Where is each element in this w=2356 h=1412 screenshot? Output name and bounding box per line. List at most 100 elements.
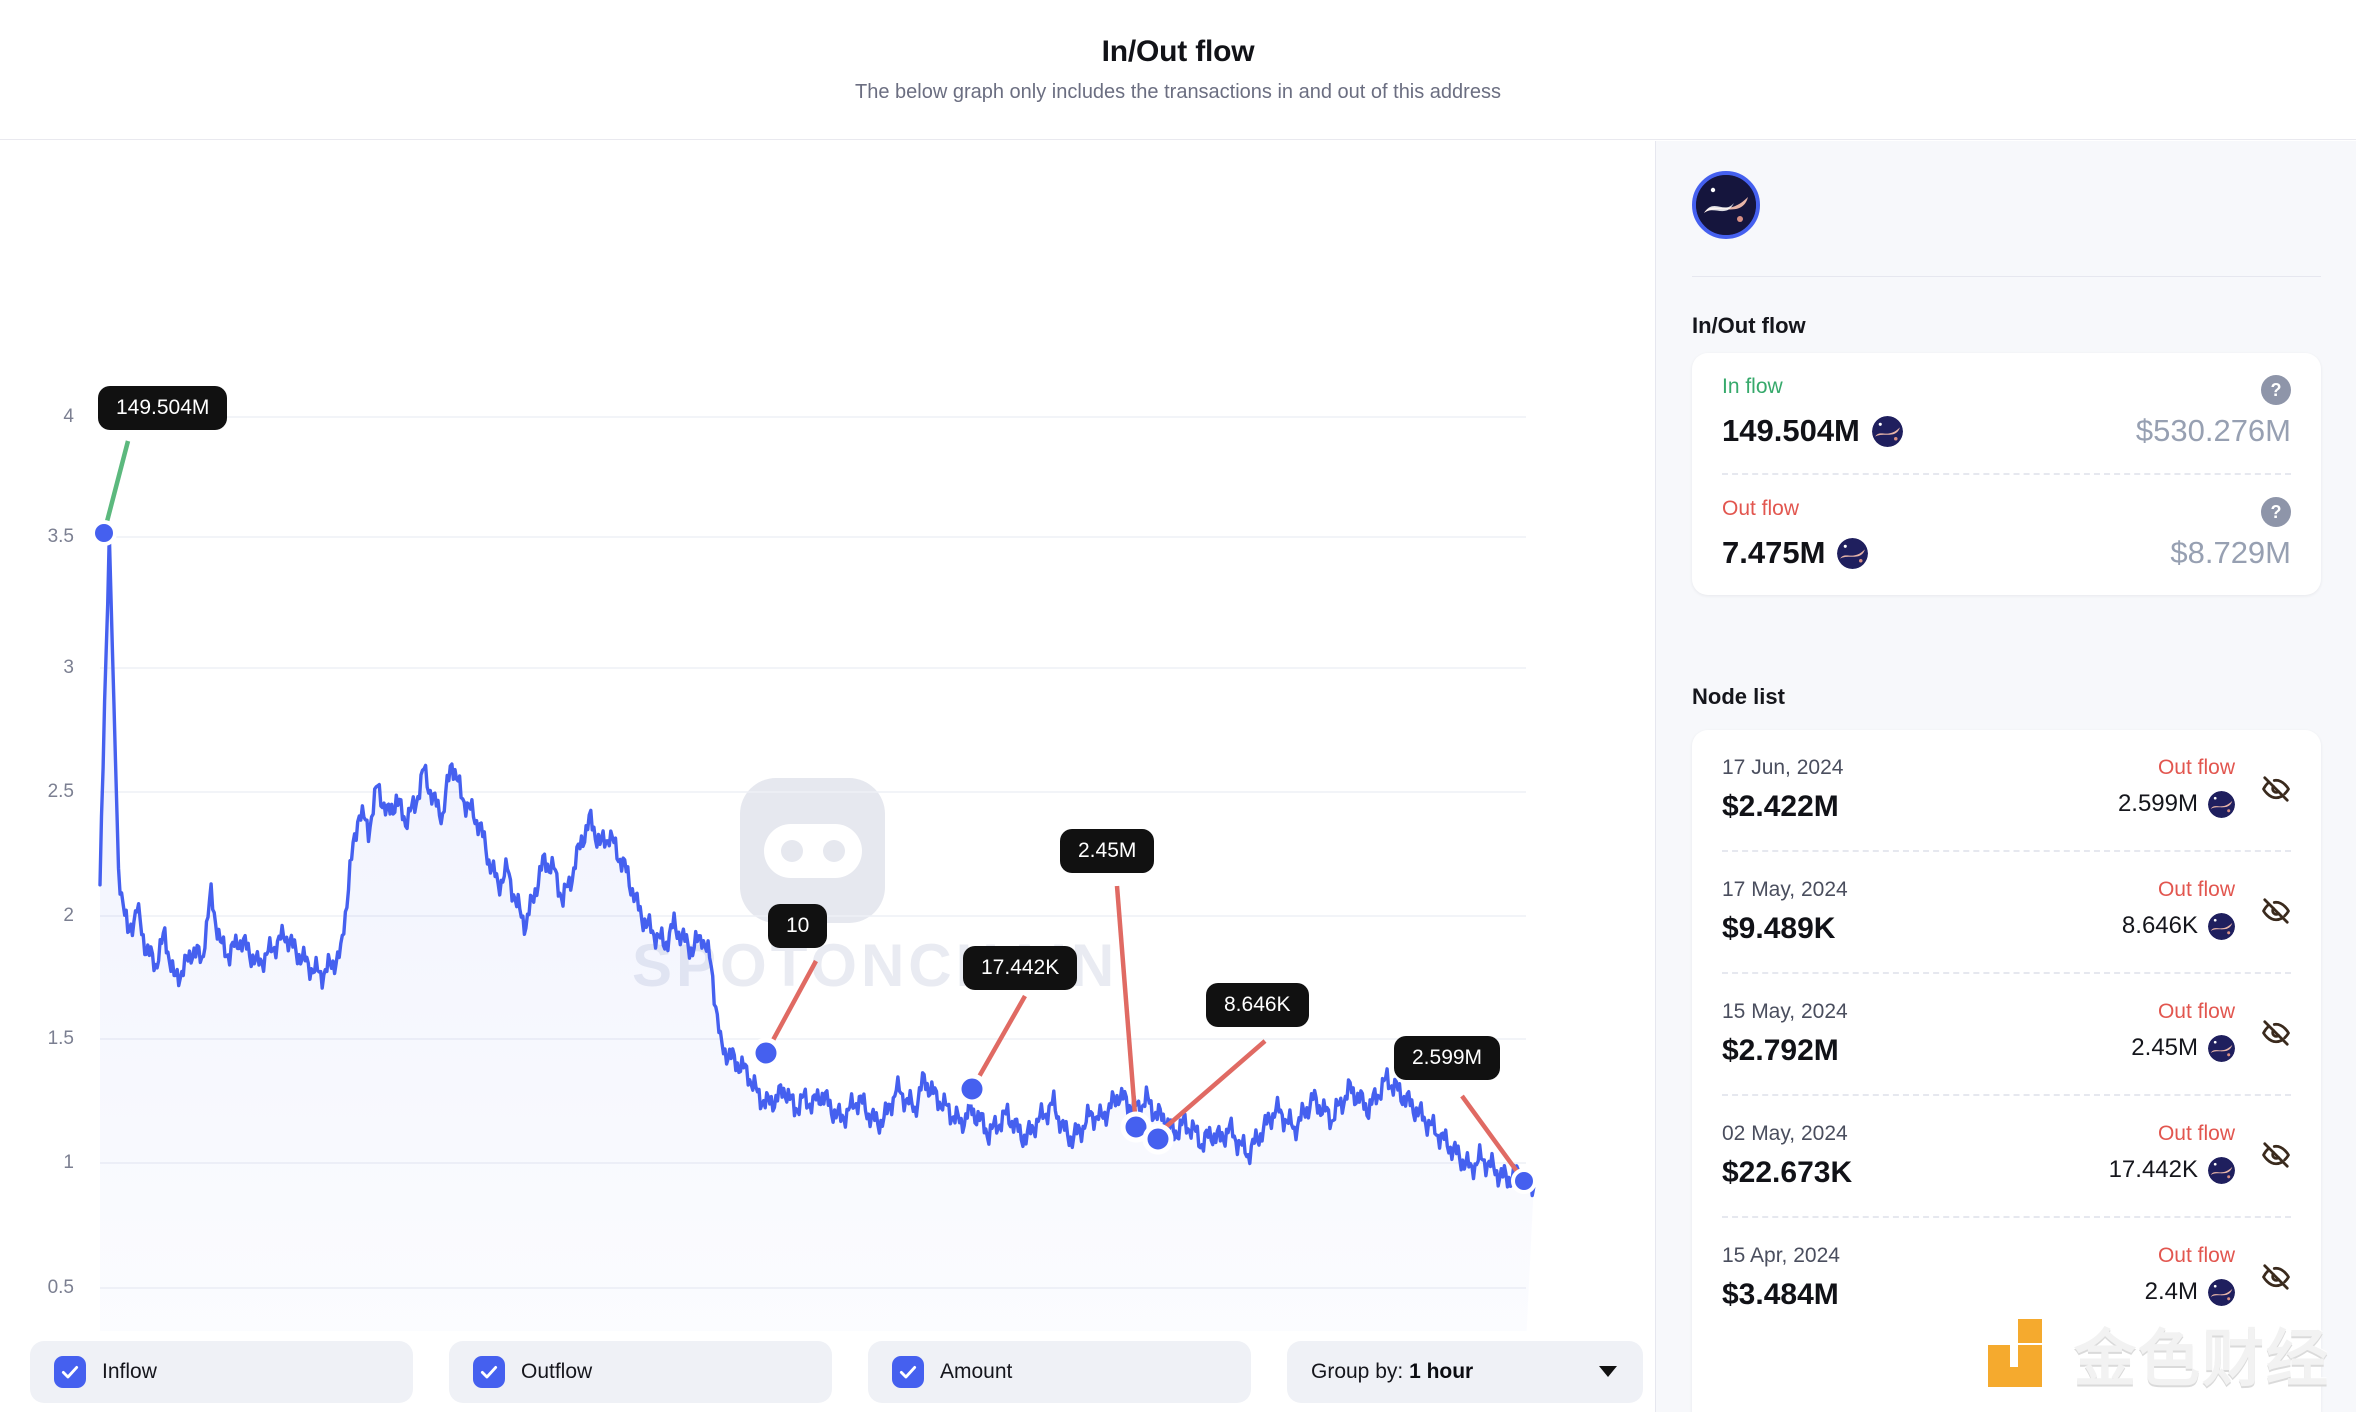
group-by-dropdown[interactable]: Group by: 1 hour xyxy=(1287,1341,1643,1403)
toggle-inflow[interactable]: Inflow xyxy=(30,1341,413,1403)
group-by-prefix: Group by: xyxy=(1311,1360,1403,1383)
node-list-title: Node list xyxy=(1692,684,1785,710)
node-left: 17 Jun, 2024 $2.422M xyxy=(1722,756,1843,824)
group-by-label: Group by: 1 hour xyxy=(1311,1360,1473,1384)
eye-off-icon[interactable] xyxy=(2261,774,2291,809)
node-date: 15 May, 2024 xyxy=(1722,1000,1848,1024)
eye-off-icon[interactable] xyxy=(2261,1140,2291,1175)
outflow-label: Outflow xyxy=(521,1360,592,1384)
leader-8646k xyxy=(1152,1041,1265,1139)
sidebar-divider xyxy=(1692,276,2321,277)
page-title: In/Out flow xyxy=(1102,35,1255,69)
node-usd-value: $2.422M xyxy=(1722,790,1843,824)
tooltip-outflow-8646k[interactable]: 8.646K xyxy=(1206,983,1309,1027)
node-flow-type: Out flow xyxy=(2158,1244,2235,1268)
in-flow-help-icon[interactable]: ? xyxy=(2261,375,2291,405)
tooltip-outflow-2599m[interactable]: 2.599M xyxy=(1394,1036,1500,1080)
out-flow-usd: $8.729M xyxy=(2170,535,2291,571)
node-right: Out flow 8.646K xyxy=(2122,878,2291,940)
y-tick-1-5: 1.5 xyxy=(22,1028,74,1050)
outflow-checkbox[interactable] xyxy=(473,1356,505,1388)
y-tick-3-5: 3.5 xyxy=(22,526,74,548)
chart-area[interactable]: SPOTONCHAIN xyxy=(0,141,1655,1331)
node-token-amount: 2.4M xyxy=(2145,1278,2235,1306)
tooltip-outflow-245m[interactable]: 2.45M xyxy=(1060,829,1154,873)
inflow-label: Inflow xyxy=(102,1360,157,1384)
point-10 xyxy=(753,1040,779,1066)
out-flow-amount-wrapper: 7.475M xyxy=(1722,535,1868,571)
chevron-down-icon[interactable] xyxy=(1599,1366,1617,1377)
group-by-value: 1 hour xyxy=(1409,1360,1473,1383)
node-flow-type: Out flow xyxy=(2158,756,2235,780)
inflow-checkbox[interactable] xyxy=(54,1356,86,1388)
node-list-item[interactable]: 15 Apr, 2024 $3.484M Out flow 2.4M xyxy=(1692,1218,2321,1338)
details-sidebar: In/Out flow In flow ? 149.504M xyxy=(1655,141,2356,1412)
in-flow-usd: $530.276M xyxy=(2136,413,2291,449)
page-body: SPOTONCHAIN xyxy=(0,141,2356,1412)
out-flow-help-icon[interactable]: ? xyxy=(2261,497,2291,527)
in-flow-amount-wrapper: 149.504M xyxy=(1722,413,1903,449)
tooltip-outflow-10[interactable]: 10 xyxy=(768,904,827,948)
node-token-amount: 17.442K xyxy=(2109,1156,2235,1184)
chart-pane: SPOTONCHAIN xyxy=(0,141,1655,1412)
node-list-item[interactable]: 17 Jun, 2024 $2.422M Out flow 2.599M xyxy=(1692,730,2321,850)
point-8646k xyxy=(1145,1126,1171,1152)
out-flow-row: Out flow ? 7.475M $8.729M xyxy=(1692,475,2321,595)
node-right: Out flow 2.599M xyxy=(2118,756,2291,818)
node-list-item[interactable]: 15 May, 2024 $2.792M Out flow 2.45M xyxy=(1692,974,2321,1094)
in-flow-amount: 149.504M xyxy=(1722,413,1860,449)
eye-off-icon[interactable] xyxy=(2261,896,2291,931)
node-usd-value: $22.673K xyxy=(1722,1156,1852,1190)
in-flow-row: In flow ? 149.504M $530.276M xyxy=(1692,353,2321,473)
token-icon xyxy=(1872,416,1903,447)
node-list-card[interactable]: 17 Jun, 2024 $2.422M Out flow 2.599M xyxy=(1692,730,2321,1412)
in-out-flow-page: In/Out flow The below graph only include… xyxy=(0,0,2356,1412)
node-right: Out flow 2.45M xyxy=(2131,1000,2291,1062)
node-right-column: Out flow 2.599M xyxy=(2118,756,2235,818)
avatar[interactable] xyxy=(1692,171,1760,239)
chart-toolbar: Inflow Outflow Amount Group by xyxy=(0,1331,1655,1412)
node-amount-text: 8.646K xyxy=(2122,912,2198,940)
node-right-column: Out flow 2.45M xyxy=(2131,1000,2235,1062)
node-left: 02 May, 2024 $22.673K xyxy=(1722,1122,1852,1190)
node-right-column: Out flow 2.4M xyxy=(2145,1244,2235,1306)
eye-off-icon[interactable] xyxy=(2261,1018,2291,1053)
node-left: 15 May, 2024 $2.792M xyxy=(1722,1000,1848,1068)
page-subtitle: The below graph only includes the transa… xyxy=(855,81,1501,104)
chart-svg xyxy=(0,141,1655,1331)
node-token-amount: 2.599M xyxy=(2118,790,2235,818)
page-header: In/Out flow The below graph only include… xyxy=(0,0,2356,140)
toggle-outflow[interactable]: Outflow xyxy=(449,1341,832,1403)
toggle-amount[interactable]: Amount xyxy=(868,1341,1251,1403)
node-amount-text: 17.442K xyxy=(2109,1156,2198,1184)
tooltip-inflow-149504m[interactable]: 149.504M xyxy=(98,386,227,430)
token-avatar-wrapper[interactable] xyxy=(1692,171,1760,239)
amount-label: Amount xyxy=(940,1360,1012,1384)
point-2599m xyxy=(1513,1170,1535,1192)
node-amount-text: 2.4M xyxy=(2145,1278,2198,1306)
y-tick-0-5: 0.5 xyxy=(22,1277,74,1299)
node-right: Out flow 17.442K xyxy=(2109,1122,2291,1184)
node-flow-type: Out flow xyxy=(2158,1000,2235,1024)
node-left: 15 Apr, 2024 $3.484M xyxy=(1722,1244,1840,1312)
tooltip-outflow-17442k[interactable]: 17.442K xyxy=(963,946,1077,990)
flow-summary-card: In flow ? 149.504M $530.276M xyxy=(1692,353,2321,595)
node-flow-type: Out flow xyxy=(2158,1122,2235,1146)
eye-off-icon[interactable] xyxy=(2261,1262,2291,1297)
node-usd-value: $2.792M xyxy=(1722,1034,1848,1068)
node-usd-value: $3.484M xyxy=(1722,1278,1840,1312)
y-tick-2: 2 xyxy=(22,905,74,927)
y-tick-1: 1 xyxy=(22,1152,74,1174)
in-flow-label: In flow xyxy=(1722,375,2291,399)
amount-checkbox[interactable] xyxy=(892,1356,924,1388)
node-list-item[interactable]: 02 May, 2024 $22.673K Out flow 17.442K xyxy=(1692,1096,2321,1216)
token-logo-icon xyxy=(1696,175,1756,235)
inout-flow-section-title: In/Out flow xyxy=(1692,313,1806,339)
node-token-amount: 2.45M xyxy=(2131,1034,2235,1062)
node-date: 15 Apr, 2024 xyxy=(1722,1244,1840,1268)
node-left: 17 May, 2024 $9.489K xyxy=(1722,878,1848,946)
node-list-item[interactable]: 17 May, 2024 $9.489K Out flow 8.646K xyxy=(1692,852,2321,972)
token-icon xyxy=(2208,913,2235,940)
node-amount-text: 2.599M xyxy=(2118,790,2198,818)
leader-inflow xyxy=(104,441,128,533)
